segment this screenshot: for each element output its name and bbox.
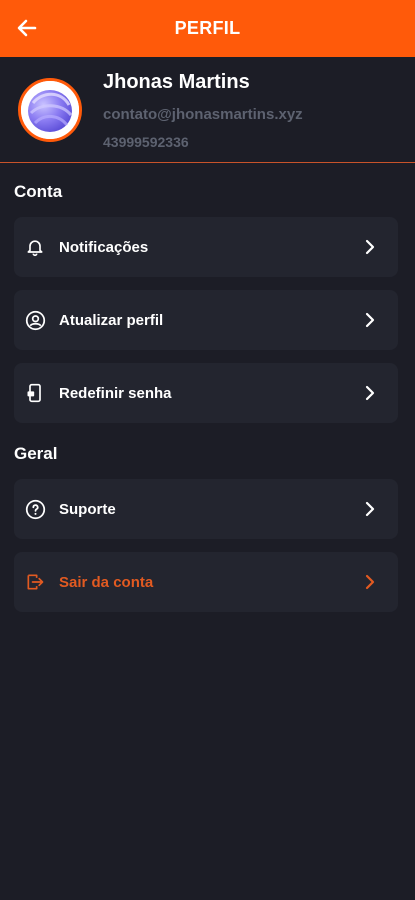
- profile-name: Jhonas Martins: [103, 71, 250, 93]
- arrow-left-icon: [17, 19, 37, 37]
- profile-phone: 43999592336: [103, 134, 189, 150]
- top-app-bar: PERFIL: [0, 0, 415, 57]
- menu-item-label: Suporte: [59, 500, 116, 518]
- chevron-right-icon: [362, 385, 378, 401]
- chevron-right-icon: [362, 312, 378, 328]
- phone-lock-icon: [24, 382, 46, 404]
- menu-item-update-profile[interactable]: Atualizar perfil: [14, 290, 398, 350]
- profile-header: Jhonas Martins contato@jhonasmartins.xyz…: [0, 57, 415, 163]
- page-title: PERFIL: [174, 18, 241, 38]
- back-button[interactable]: [12, 13, 42, 43]
- avatar-image: [21, 81, 79, 139]
- chevron-right-icon: [362, 239, 378, 255]
- chevron-right-icon: [362, 574, 378, 590]
- menu-item-reset-password[interactable]: Redefinir senha: [14, 363, 398, 423]
- menu-item-logout[interactable]: Sair da conta: [14, 552, 398, 612]
- section-title-general: Geral: [14, 444, 58, 463]
- help-circle-icon: [24, 498, 46, 520]
- bell-icon: [24, 236, 46, 258]
- menu-item-label: Redefinir senha: [59, 384, 172, 402]
- user-circle-icon: [24, 309, 46, 331]
- profile-email: contato@jhonasmartins.xyz: [103, 106, 303, 123]
- chevron-right-icon: [362, 501, 378, 517]
- avatar[interactable]: [18, 78, 82, 142]
- profile-screen: PERFIL Jhonas Martins contato@jhonasmart…: [0, 0, 415, 900]
- menu-item-label: Notificações: [59, 238, 149, 256]
- menu-item-label: Sair da conta: [59, 573, 154, 591]
- menu-item-notifications[interactable]: Notificações: [14, 217, 398, 277]
- logout-icon: [24, 571, 46, 593]
- menu-item-label: Atualizar perfil: [59, 311, 164, 329]
- menu-item-support[interactable]: Suporte: [14, 479, 398, 539]
- section-title-account: Conta: [14, 182, 63, 201]
